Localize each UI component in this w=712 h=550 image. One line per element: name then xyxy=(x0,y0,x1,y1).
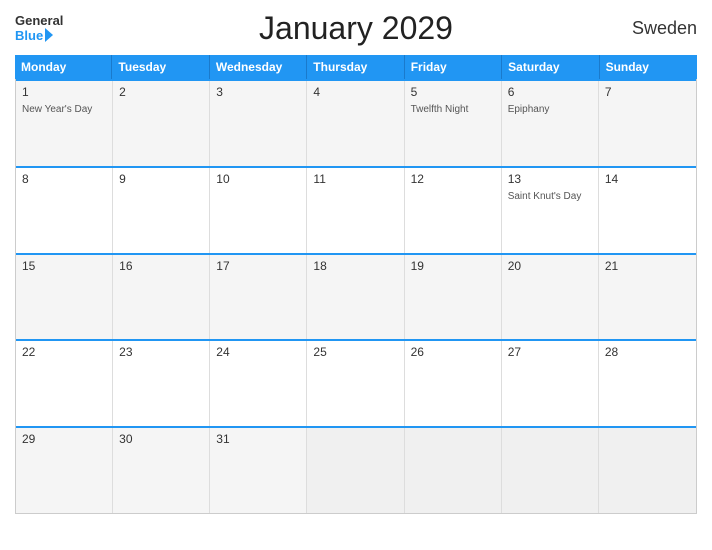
cell-w3-fri: 19 xyxy=(405,255,502,340)
day-number: 9 xyxy=(119,172,203,186)
day-number: 1 xyxy=(22,85,106,99)
cell-w5-tue: 30 xyxy=(113,428,210,513)
cell-w4-sun: 28 xyxy=(599,341,696,426)
day-number: 8 xyxy=(22,172,106,186)
calendar-grid: 1 New Year's Day 2 3 4 5 Twelfth Night 6… xyxy=(15,79,697,514)
day-number: 23 xyxy=(119,345,203,359)
cell-w2-tue: 9 xyxy=(113,168,210,253)
day-number: 30 xyxy=(119,432,203,446)
calendar-header: General Blue January 2029 Sweden xyxy=(15,10,697,47)
cell-event: Twelfth Night xyxy=(411,104,469,115)
cell-w4-mon: 22 xyxy=(16,341,113,426)
cell-w1-mon: 1 New Year's Day xyxy=(16,81,113,166)
cell-event: Saint Knut's Day xyxy=(508,191,582,202)
calendar-week-4: 22 23 24 25 26 27 28 xyxy=(16,339,696,426)
cell-event: New Year's Day xyxy=(22,104,92,115)
cell-event: Epiphany xyxy=(508,104,550,115)
day-header-monday: Monday xyxy=(15,55,112,79)
day-number: 13 xyxy=(508,172,592,186)
logo-blue-text: Blue xyxy=(15,29,43,43)
cell-w5-sun xyxy=(599,428,696,513)
cell-w1-wed: 3 xyxy=(210,81,307,166)
cell-w4-thu: 25 xyxy=(307,341,404,426)
day-number: 5 xyxy=(411,85,495,99)
day-number: 11 xyxy=(313,172,397,186)
day-header-tuesday: Tuesday xyxy=(112,55,209,79)
day-number: 3 xyxy=(216,85,300,99)
cell-w1-tue: 2 xyxy=(113,81,210,166)
day-number: 4 xyxy=(313,85,397,99)
cell-w2-fri: 12 xyxy=(405,168,502,253)
day-number: 29 xyxy=(22,432,106,446)
day-number: 31 xyxy=(216,432,300,446)
cell-w5-sat xyxy=(502,428,599,513)
day-number: 12 xyxy=(411,172,495,186)
day-number: 20 xyxy=(508,259,592,273)
cell-w3-thu: 18 xyxy=(307,255,404,340)
day-header-saturday: Saturday xyxy=(502,55,599,79)
logo-triangle-icon xyxy=(45,28,53,42)
cell-w4-wed: 24 xyxy=(210,341,307,426)
cell-w2-sun: 14 xyxy=(599,168,696,253)
cell-w3-sat: 20 xyxy=(502,255,599,340)
day-number: 19 xyxy=(411,259,495,273)
day-number: 21 xyxy=(605,259,690,273)
calendar-title: January 2029 xyxy=(105,10,607,47)
cell-w3-sun: 21 xyxy=(599,255,696,340)
cell-w4-fri: 26 xyxy=(405,341,502,426)
day-number: 26 xyxy=(411,345,495,359)
day-number: 14 xyxy=(605,172,690,186)
cell-w5-wed: 31 xyxy=(210,428,307,513)
cell-w4-tue: 23 xyxy=(113,341,210,426)
cell-w3-mon: 15 xyxy=(16,255,113,340)
day-number: 2 xyxy=(119,85,203,99)
cell-w2-mon: 8 xyxy=(16,168,113,253)
cell-w3-tue: 16 xyxy=(113,255,210,340)
cell-w1-sat: 6 Epiphany xyxy=(502,81,599,166)
day-number: 15 xyxy=(22,259,106,273)
calendar-week-2: 8 9 10 11 12 13 Saint Knut's Day 14 xyxy=(16,166,696,253)
cell-w4-sat: 27 xyxy=(502,341,599,426)
cell-w2-wed: 10 xyxy=(210,168,307,253)
calendar-week-1: 1 New Year's Day 2 3 4 5 Twelfth Night 6… xyxy=(16,79,696,166)
logo-general-text: General xyxy=(15,14,63,28)
cell-w2-thu: 11 xyxy=(307,168,404,253)
day-header-sunday: Sunday xyxy=(600,55,697,79)
calendar-week-3: 15 16 17 18 19 20 21 xyxy=(16,253,696,340)
cell-w2-sat: 13 Saint Knut's Day xyxy=(502,168,599,253)
day-header-thursday: Thursday xyxy=(307,55,404,79)
day-number: 28 xyxy=(605,345,690,359)
day-header-wednesday: Wednesday xyxy=(210,55,307,79)
day-number: 6 xyxy=(508,85,592,99)
cell-w5-mon: 29 xyxy=(16,428,113,513)
calendar-week-5: 29 30 31 xyxy=(16,426,696,513)
cell-w5-thu xyxy=(307,428,404,513)
calendar-container: General Blue January 2029 Sweden Monday … xyxy=(0,0,712,550)
day-number: 7 xyxy=(605,85,690,99)
cell-w1-sun: 7 xyxy=(599,81,696,166)
day-number: 27 xyxy=(508,345,592,359)
day-number: 18 xyxy=(313,259,397,273)
day-number: 25 xyxy=(313,345,397,359)
days-header: Monday Tuesday Wednesday Thursday Friday… xyxy=(15,55,697,79)
day-number: 24 xyxy=(216,345,300,359)
day-number: 22 xyxy=(22,345,106,359)
cell-w1-fri: 5 Twelfth Night xyxy=(405,81,502,166)
country-label: Sweden xyxy=(607,18,697,39)
logo: General Blue xyxy=(15,14,105,43)
day-number: 10 xyxy=(216,172,300,186)
cell-w5-fri xyxy=(405,428,502,513)
cell-w1-thu: 4 xyxy=(307,81,404,166)
day-number: 16 xyxy=(119,259,203,273)
day-number: 17 xyxy=(216,259,300,273)
cell-w3-wed: 17 xyxy=(210,255,307,340)
day-header-friday: Friday xyxy=(405,55,502,79)
